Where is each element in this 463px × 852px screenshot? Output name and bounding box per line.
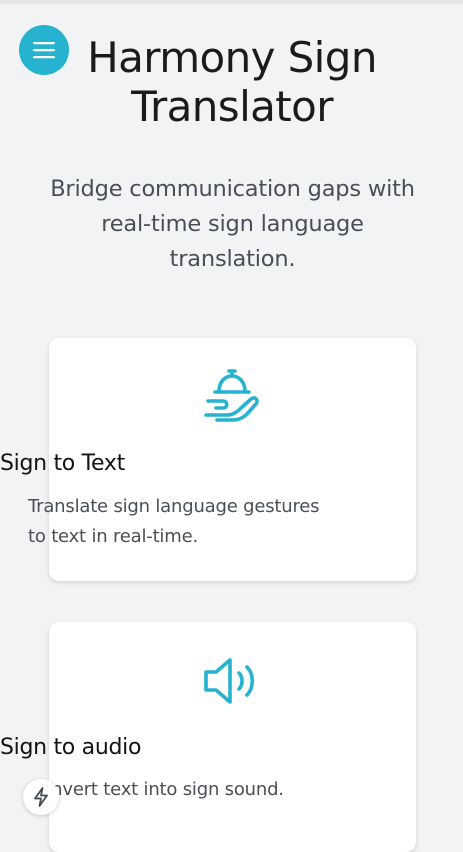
lightning-bolt-icon — [34, 787, 48, 807]
card-icon-wrapper — [0, 655, 463, 707]
quick-action-button[interactable] — [23, 779, 59, 815]
card-icon-wrapper — [0, 368, 463, 426]
hamburger-menu-icon — [33, 42, 55, 59]
serving-hand-icon — [203, 369, 259, 422]
card-title: Sign to audio — [0, 735, 142, 760]
card-description: Translate sign language gestures to text… — [28, 496, 320, 547]
card-description: Convert text into sign sound. — [28, 779, 284, 800]
page-subtitle: Bridge communication gaps with real-time… — [50, 176, 415, 272]
card-title: Sign to Text — [0, 451, 125, 476]
speaker-volume-icon — [203, 658, 254, 704]
top-divider — [0, 0, 463, 4]
page-title: Harmony Sign Translator — [87, 33, 377, 131]
